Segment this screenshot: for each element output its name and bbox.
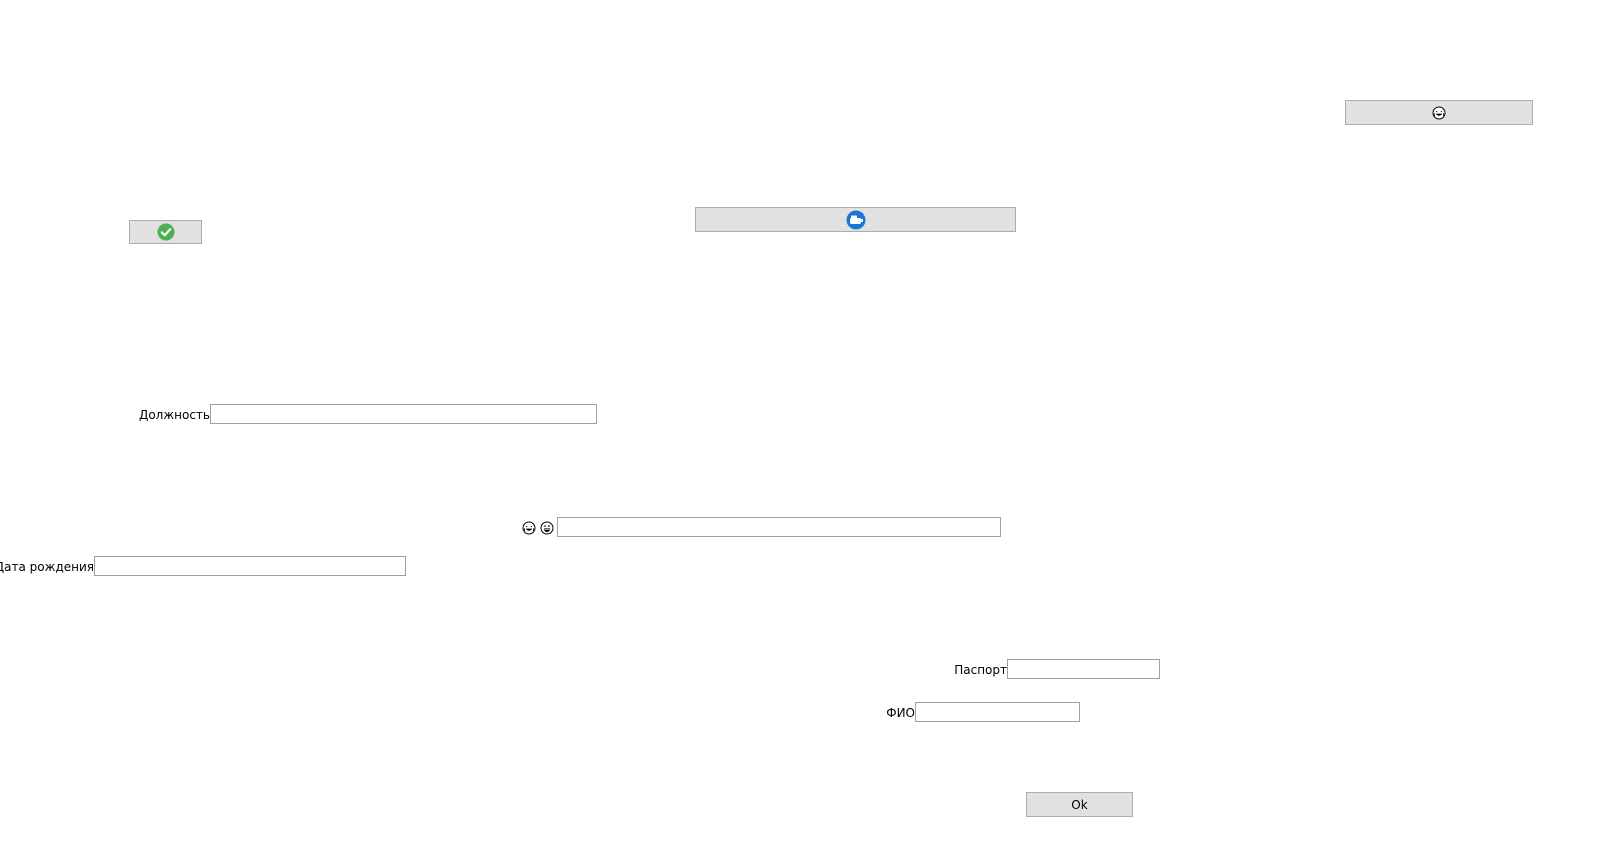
passport-field[interactable] — [1007, 659, 1160, 679]
ok-button[interactable]: Ok — [1026, 792, 1133, 817]
laughing-face-icon — [522, 521, 536, 535]
birthdate-field[interactable] — [94, 556, 406, 576]
passport-label: Паспорт — [954, 663, 1007, 677]
laugh-emoji-button[interactable] — [1345, 100, 1533, 125]
confirm-check-button[interactable] — [129, 220, 202, 244]
position-field[interactable] — [210, 404, 597, 424]
app-icon-button[interactable] — [695, 207, 1016, 232]
birthdate-label: Дата рождения — [0, 560, 94, 574]
emoji-text-field[interactable] — [557, 517, 1001, 537]
blue-round-app-icon — [846, 210, 866, 230]
green-checkmark-icon — [157, 223, 175, 241]
laughing-face-icon — [1432, 106, 1446, 120]
grinning-face-icon — [540, 521, 554, 535]
position-label: Должность — [138, 408, 210, 422]
fio-label: ФИО — [886, 706, 915, 720]
fio-field[interactable] — [915, 702, 1080, 722]
field-emoji-group — [522, 520, 554, 536]
